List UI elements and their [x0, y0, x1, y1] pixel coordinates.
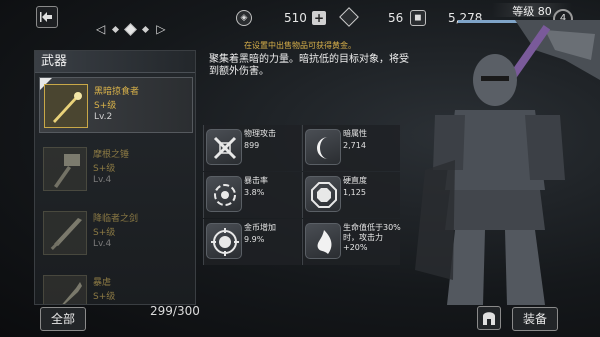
- sell-hint: 在设置中出售物品可获得黄金。: [244, 41, 356, 50]
- nav-diamond-selected-icon[interactable]: [124, 22, 138, 36]
- weapon-list-item[interactable]: 降临者之剑 S+级 Lv.4: [39, 205, 193, 261]
- sword-icon: [43, 211, 87, 255]
- gem-count: 510: [284, 11, 307, 25]
- gem-icon: ◈: [236, 10, 252, 26]
- helmet-button[interactable]: [477, 306, 501, 330]
- weapon-description: 聚集着黑暗的力量。暗抗低的目标对象，将受到额外伤害。: [209, 54, 409, 77]
- stat-crit-rate: 暴击率 3.8%: [203, 172, 301, 218]
- octagon-shield-icon: [305, 176, 341, 212]
- weapon-level: Lv.2: [94, 112, 113, 122]
- nav-left-arrow-icon[interactable]: ◁: [96, 22, 105, 36]
- nav-right-arrow-icon[interactable]: ▷: [156, 22, 165, 36]
- weapon-name: 摩根之锤: [93, 150, 130, 160]
- stat-label: 硬直度: [343, 176, 367, 185]
- helmet-icon: [483, 312, 495, 325]
- stat-label: 暗属性: [343, 129, 367, 138]
- weapon-grade: S+级: [93, 228, 116, 238]
- stat-label: 物理攻击: [244, 129, 276, 138]
- weapon-list-item[interactable]: 暴虐 S+级: [39, 269, 193, 304]
- crystal-icon: [339, 7, 359, 27]
- crit-vortex-icon: [206, 176, 242, 212]
- physical-attack-icon: [206, 129, 242, 165]
- back-icon: [40, 12, 52, 22]
- knight-character-illustration: [415, 20, 600, 305]
- add-gem-button[interactable]: +: [312, 11, 326, 25]
- stat-value: 1,125: [343, 188, 366, 197]
- stat-dark-element: 暗属性 2,714: [302, 125, 400, 171]
- stat-value: 899: [244, 141, 260, 150]
- flame-icon: [305, 223, 341, 259]
- weapon-level: Lv.4: [93, 239, 112, 249]
- stat-low-hp-bonus: 生命值低于30%时，攻击力+20%: [302, 219, 401, 265]
- weapon-level: Lv.4: [93, 175, 112, 185]
- weapons-panel: 武器 黑暗掠食者 S+级 Lv.2 摩根之锤 S+级 Lv.4 降临者之剑 S+…: [34, 50, 196, 305]
- stat-physical-attack: 物理攻击 899: [203, 125, 301, 171]
- stat-value: 2,714: [343, 141, 366, 150]
- hammer-icon: [43, 147, 87, 191]
- moon-icon: [305, 129, 341, 165]
- nav-dot-icon[interactable]: [142, 25, 150, 33]
- weapon-grade: S+级: [93, 164, 116, 174]
- stat-label: 暴击率: [244, 176, 268, 185]
- back-button[interactable]: [36, 6, 58, 28]
- weapon-category-nav[interactable]: ◁ ▷: [96, 22, 165, 36]
- stat-value: 9.9%: [244, 235, 265, 244]
- filter-all-button[interactable]: 全部: [40, 307, 86, 331]
- equip-button[interactable]: 装备: [512, 307, 558, 331]
- stat-gold-bonus: 金币增加 9.9%: [203, 219, 301, 265]
- weapon-grade: S+级: [94, 101, 117, 111]
- weapon-name: 黑暗掠食者: [94, 87, 140, 97]
- weapon-list-item[interactable]: 摩根之锤 S+级 Lv.4: [39, 141, 193, 197]
- gold-coin-icon: [206, 223, 242, 259]
- weapon-thumbnail-icon: [44, 84, 88, 128]
- stat-label: 金币增加: [244, 223, 276, 232]
- weapon-list-item[interactable]: 黑暗掠食者 S+级 Lv.2: [39, 77, 193, 133]
- weapon-name: 暴虐: [93, 278, 112, 288]
- stat-label: 生命值低于30%时，攻击力+20%: [343, 223, 401, 252]
- stat-stagger: 硬直度 1,125: [302, 172, 400, 218]
- nav-dot-icon[interactable]: [112, 25, 120, 33]
- weapon-name: 降临者之剑: [93, 214, 139, 224]
- axe-icon: [43, 275, 87, 304]
- weapons-panel-title: 武器: [35, 51, 195, 73]
- inventory-count: 299/300: [150, 304, 200, 318]
- weapon-grade: S+级: [93, 292, 116, 302]
- stat-value: 3.8%: [244, 188, 265, 197]
